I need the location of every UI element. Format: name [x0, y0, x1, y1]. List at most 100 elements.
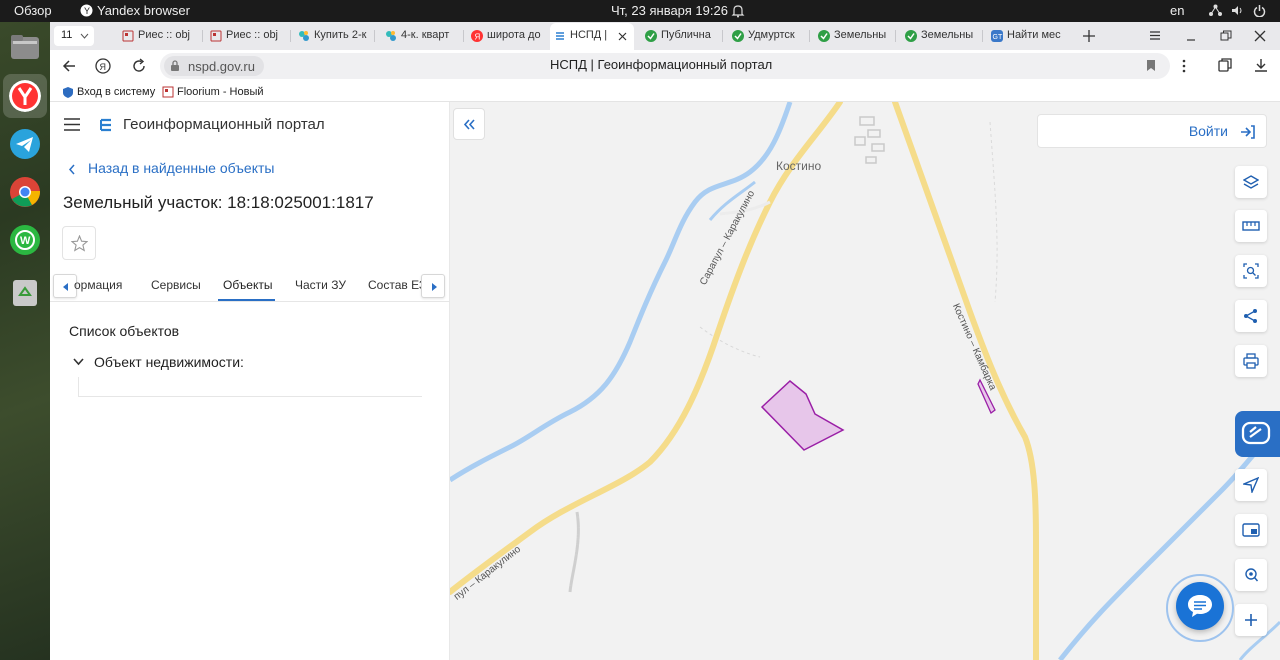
tab-objects[interactable]: Объекты — [223, 278, 273, 292]
zoom-in-button[interactable] — [1235, 604, 1267, 636]
map-view[interactable]: Костино Сарапул – Каракулино пул – Карак… — [450, 102, 1280, 660]
yandex-browser-dock-icon[interactable] — [9, 80, 41, 112]
check-circle-icon — [818, 30, 830, 42]
address-row: Я nspd.gov.ru НСПД | Геоинформационный п… — [50, 50, 1280, 83]
telegram-icon[interactable] — [9, 128, 41, 160]
village-buildings — [854, 116, 885, 164]
yandex-home-icon[interactable]: Я — [95, 58, 111, 74]
active-tab-indicator — [218, 299, 275, 301]
check-circle-icon — [645, 30, 657, 42]
gosuslugi-icon — [63, 87, 73, 98]
tab-services[interactable]: Сервисы — [151, 278, 201, 292]
favorite-button[interactable] — [62, 226, 96, 260]
river-path — [450, 102, 793, 483]
layers-icon — [1243, 175, 1259, 189]
tab-counter-button[interactable]: 11 — [54, 26, 94, 46]
print-button[interactable] — [1235, 345, 1267, 377]
tab-kupit[interactable]: Купить 2-к — [294, 25, 372, 47]
svg-text:Я: Я — [100, 62, 107, 72]
yandex-search-icon: Я — [471, 30, 483, 42]
locate-button[interactable] — [1235, 469, 1267, 501]
ruler-icon — [1242, 221, 1260, 231]
double-chevron-left-icon — [463, 119, 475, 130]
tab-kvartira[interactable]: 4-к. кварт — [381, 25, 461, 47]
real-estate-group-toggle[interactable]: Объект недвижимости: — [94, 354, 244, 370]
measure-button[interactable] — [1235, 210, 1267, 242]
close-window-icon[interactable] — [1254, 30, 1266, 42]
tab-nayti[interactable]: GT Найти мес — [987, 25, 1067, 47]
lock-icon[interactable] — [170, 60, 180, 72]
menu-icon[interactable] — [1149, 30, 1161, 41]
minimize-icon[interactable] — [1185, 30, 1197, 42]
tab-zemelny-1[interactable]: Земельны — [814, 25, 892, 47]
svg-text:Я: Я — [475, 33, 481, 42]
tab-udmurtskaya[interactable]: Удмуртск — [728, 25, 806, 47]
tab-parts[interactable]: Части ЗУ — [295, 278, 346, 292]
tab-publichnaya[interactable]: Публична — [641, 25, 719, 47]
activities-button[interactable]: Обзор — [14, 3, 52, 18]
collapse-panel-button[interactable] — [453, 108, 485, 140]
tab-nspd-active[interactable]: НСПД | — [550, 23, 634, 50]
bookmark-icon[interactable] — [1146, 59, 1156, 72]
chat-button[interactable] — [1176, 582, 1224, 630]
tab-separator — [722, 30, 723, 42]
volume-icon[interactable] — [1231, 4, 1244, 17]
network-icon[interactable] — [1209, 4, 1222, 17]
tab-separator — [895, 30, 896, 42]
gt-icon: GT — [991, 30, 1003, 42]
tab-ries-2[interactable]: Риес :: obj — [206, 25, 288, 47]
download-icon[interactable] — [1253, 57, 1269, 73]
land-parcel-highlight[interactable] — [760, 380, 845, 451]
group-content — [78, 377, 422, 397]
more-vertical-icon[interactable] — [1181, 59, 1187, 73]
chevron-down-icon — [80, 33, 89, 39]
app-menu[interactable]: Yandex browser — [97, 3, 190, 18]
url-chip[interactable]: nspd.gov.ru — [164, 56, 264, 76]
close-tab-icon[interactable] — [618, 32, 627, 41]
share-button[interactable] — [1235, 300, 1267, 332]
chevron-left-icon[interactable] — [68, 164, 76, 175]
domclick-icon — [386, 31, 396, 41]
browser-tab-strip: 11 Риес :: obj Риес :: obj Купить 2-к 4-… — [50, 22, 1280, 50]
area-search-button[interactable] — [1235, 255, 1267, 287]
feedback-widget-button[interactable] — [1235, 411, 1280, 457]
map-canvas[interactable] — [450, 102, 1280, 660]
clock[interactable]: Чт, 23 января 19:26 — [611, 3, 728, 18]
system-top-bar: Обзор Y Yandex browser Чт, 23 января 19:… — [0, 0, 1280, 22]
restore-icon[interactable] — [1220, 30, 1232, 42]
power-icon[interactable] — [1253, 4, 1266, 17]
check-circle-icon — [732, 30, 744, 42]
road-kostino-kambarka — [892, 102, 1039, 660]
login-button[interactable]: Войти — [1037, 114, 1267, 148]
chevron-down-icon[interactable] — [73, 358, 84, 366]
nspd-icon — [556, 32, 564, 40]
layers-button[interactable] — [1235, 166, 1267, 198]
new-tab-icon[interactable] — [1082, 29, 1096, 43]
domclick-icon — [299, 31, 309, 41]
chrome-icon[interactable] — [9, 176, 41, 208]
location-search-icon — [1245, 568, 1259, 582]
trash-icon[interactable] — [9, 276, 41, 308]
reload-icon[interactable] — [131, 58, 147, 74]
tabs-scroll-right-button[interactable] — [421, 274, 445, 298]
tab-shirota[interactable]: Я широта до — [467, 25, 547, 47]
address-bar[interactable]: nspd.gov.ru НСПД | Геоинформационный пор… — [160, 53, 1170, 79]
back-arrow-icon[interactable] — [62, 59, 76, 73]
tab-zemelny-2[interactable]: Земельны — [901, 25, 979, 47]
tab-ries-1[interactable]: Риес :: obj — [118, 25, 200, 47]
basemap-button[interactable] — [1235, 514, 1267, 546]
plus-icon — [1245, 614, 1257, 626]
collections-icon[interactable] — [1217, 57, 1233, 73]
files-icon[interactable] — [9, 31, 41, 63]
hamburger-menu-icon[interactable] — [64, 118, 80, 131]
tab-separator — [202, 30, 203, 42]
tab-composition[interactable]: Состав ЕЗ — [368, 278, 422, 292]
geo-search-button[interactable] — [1235, 559, 1267, 591]
basemap-icon — [1242, 523, 1260, 537]
track-path — [568, 511, 580, 593]
keyboard-layout[interactable]: en — [1170, 3, 1184, 18]
caret-left-icon — [63, 283, 68, 291]
tab-information[interactable]: ормация — [74, 278, 122, 292]
back-to-results-link[interactable]: Назад в найденные объекты — [88, 160, 274, 176]
whatsapp-icon[interactable]: W — [9, 224, 41, 256]
